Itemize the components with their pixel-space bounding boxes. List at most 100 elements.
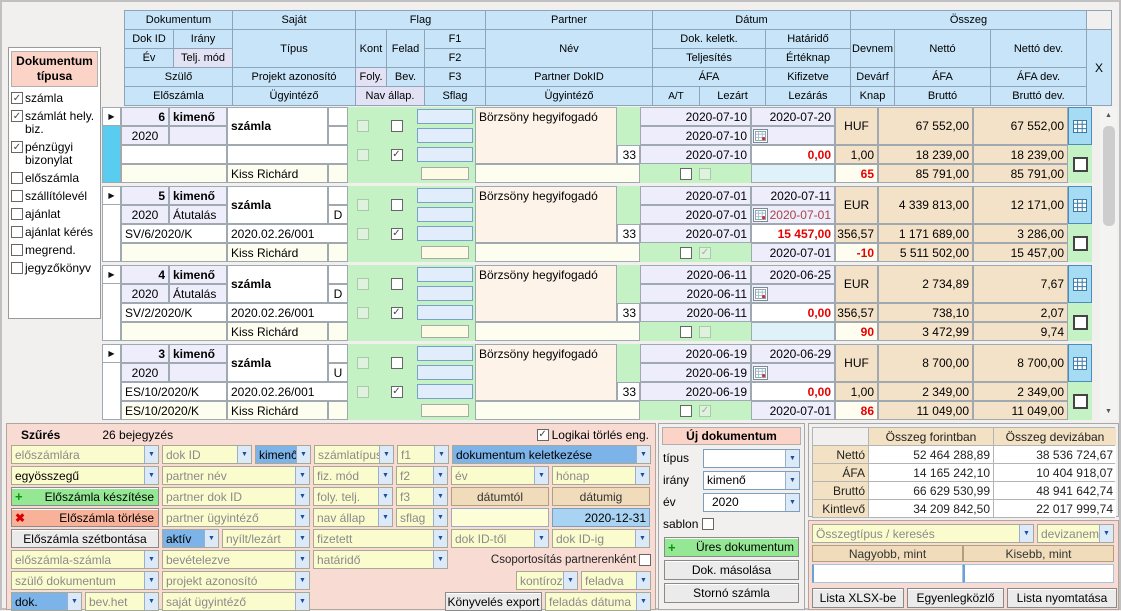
- f1-flag-field[interactable]: [417, 109, 473, 124]
- row-select-checkbox[interactable]: [1073, 157, 1088, 172]
- f3-flag-field[interactable]: [417, 305, 473, 320]
- header-kifizetve[interactable]: Kifizetve: [766, 68, 850, 86]
- chevron-down-icon[interactable]: ▼: [563, 572, 577, 589]
- filter-ev-dropdown[interactable]: év▼: [451, 466, 549, 485]
- storno-invoice-button[interactable]: Stornó számla: [664, 583, 799, 603]
- checkbox[interactable]: [537, 429, 549, 441]
- checkbox[interactable]: [11, 141, 23, 153]
- cell-tipus[interactable]: számla: [227, 265, 328, 303]
- chevron-down-icon[interactable]: ▼: [295, 467, 309, 484]
- create-eloszamla-button[interactable]: +Előszámla készítése: [11, 487, 159, 506]
- doc-type-ajanlat[interactable]: ajánlat: [11, 208, 98, 221]
- filter-partner-ugyintezo-dropdown[interactable]: partner ügyintéző▼: [162, 508, 310, 527]
- new-doc-tipus-dropdown[interactable]: ▼: [703, 449, 800, 468]
- filter-f2-dropdown[interactable]: f2▼: [396, 466, 448, 485]
- doc-type-jegyzokonyv[interactable]: jegyzőkönyv: [11, 262, 98, 275]
- header-devarf[interactable]: Devárf: [851, 68, 894, 86]
- delete-eloszamla-button[interactable]: ✖Előszámla törlése: [11, 508, 159, 527]
- row-select-checkbox[interactable]: [1073, 315, 1088, 330]
- f2-flag-field[interactable]: [417, 365, 473, 380]
- filter-sflag-dropdown[interactable]: sflag▼: [396, 508, 448, 527]
- header-group-dokumentum[interactable]: Dokumentum: [125, 11, 232, 29]
- filter-dok-dropdown[interactable]: dok.▼: [11, 592, 82, 611]
- scrollbar-thumb[interactable]: [1103, 126, 1115, 226]
- chevron-down-icon[interactable]: ▼: [636, 593, 650, 610]
- f1-flag-field[interactable]: [417, 346, 473, 361]
- chevron-down-icon[interactable]: ▼: [635, 467, 649, 484]
- amount-type-dropdown[interactable]: Összegtípus / keresés▼: [812, 524, 1034, 543]
- chevron-down-icon[interactable]: ▼: [785, 472, 799, 489]
- header-eloszamla[interactable]: Előszámla: [125, 87, 232, 105]
- chevron-down-icon[interactable]: ▼: [636, 572, 650, 589]
- checkbox[interactable]: [11, 190, 23, 202]
- cell-dok-id[interactable]: 6: [121, 107, 169, 126]
- chevron-down-icon[interactable]: ▼: [378, 488, 392, 505]
- scroll-up-icon[interactable]: ▲: [1100, 107, 1117, 124]
- chevron-down-icon[interactable]: ▼: [378, 509, 392, 526]
- filter-aktiv-dropdown[interactable]: aktív▼: [162, 529, 219, 548]
- header-dok-id[interactable]: Dok ID: [125, 30, 173, 48]
- header-irany[interactable]: Irány: [174, 30, 232, 48]
- filter-partner-dokid-dropdown[interactable]: partner dok ID▼: [162, 487, 310, 506]
- clear-filter-x-button[interactable]: X: [1087, 30, 1111, 105]
- header-bev[interactable]: Bev.: [387, 68, 424, 86]
- row-details-button[interactable]: [1068, 186, 1092, 224]
- row-select-checkbox[interactable]: [1073, 236, 1088, 251]
- row-details-button[interactable]: [1068, 107, 1092, 145]
- cell-partner-nev[interactable]: Börzsöny hegyifogadó: [475, 344, 617, 401]
- print-list-button[interactable]: Lista nyomtatása: [1007, 588, 1117, 608]
- header-group-osszeg[interactable]: Összeg: [851, 11, 1086, 29]
- chevron-down-icon[interactable]: ▼: [144, 467, 158, 484]
- filter-datum-tipus-dropdown[interactable]: dokumentum keletkezése▼: [452, 445, 651, 464]
- chevron-down-icon[interactable]: ▼: [144, 551, 158, 568]
- doc-type-szallitolevel[interactable]: szállítólevél: [11, 190, 98, 203]
- row-select-checkbox[interactable]: [1073, 394, 1088, 409]
- grid-vertical-scrollbar[interactable]: ▲ ▼: [1100, 107, 1117, 420]
- header-at[interactable]: A/T: [653, 87, 699, 105]
- row-details-button[interactable]: [1068, 344, 1092, 382]
- filter-szulo-dokumentum-dropdown[interactable]: szülő dokumentum▼: [11, 571, 159, 590]
- cell-irany[interactable]: kimenő: [169, 186, 227, 205]
- chevron-down-icon[interactable]: ▼: [1099, 525, 1113, 542]
- cell-dok-id[interactable]: 5: [121, 186, 169, 205]
- header-kont[interactable]: Kont: [356, 30, 386, 67]
- copy-document-button[interactable]: Dok. másolása: [664, 560, 799, 580]
- group-by-partner-toggle[interactable]: Csoportosítás partnerenként: [491, 550, 651, 569]
- header-afa-dev[interactable]: ÁFA dev.: [991, 68, 1086, 86]
- f3-flag-field[interactable]: [417, 147, 473, 162]
- filter-kontirozva-dropdown[interactable]: kontírozva▼: [516, 571, 578, 590]
- header-f1[interactable]: F1: [425, 30, 485, 48]
- f3-flag-field[interactable]: [417, 226, 473, 241]
- chevron-down-icon[interactable]: ▼: [295, 509, 309, 526]
- row-select-marker[interactable]: ▶: [102, 344, 121, 420]
- header-sflag[interactable]: Sflag: [425, 87, 485, 105]
- filter-nyilt-lezart-dropdown[interactable]: nyílt/lezárt▼: [222, 529, 310, 548]
- cell-partner-nev[interactable]: Börzsöny hegyifogadó: [475, 186, 617, 243]
- filter-bevetelezve-dropdown[interactable]: bevételezve▼: [162, 550, 310, 569]
- chevron-down-icon[interactable]: ▼: [295, 593, 309, 610]
- cell-dok-id[interactable]: 4: [121, 265, 169, 284]
- split-eloszamla-button[interactable]: Előszámla szétbontása: [11, 529, 159, 548]
- cell-tipus[interactable]: számla: [227, 344, 328, 382]
- header-group-datum[interactable]: Dátum: [653, 11, 850, 29]
- chevron-down-icon[interactable]: ▼: [378, 467, 392, 484]
- empty-document-button[interactable]: +Üres dokumentum: [664, 537, 799, 557]
- checkbox[interactable]: [11, 92, 23, 104]
- chevron-down-icon[interactable]: ▼: [433, 488, 447, 505]
- calendar-icon[interactable]: [753, 366, 768, 380]
- filter-fiz-mod-dropdown[interactable]: fiz. mód▼: [313, 466, 393, 485]
- header-nev[interactable]: Név: [486, 30, 652, 67]
- row-select-marker[interactable]: ▶: [102, 186, 121, 262]
- filter-feladva-dropdown[interactable]: feladva▼: [581, 571, 651, 590]
- header-partner-dokid[interactable]: Partner DokID: [486, 68, 652, 86]
- checkbox[interactable]: [11, 172, 23, 184]
- f2-flag-field[interactable]: [417, 128, 473, 143]
- cell-irany[interactable]: kimenő: [169, 107, 227, 126]
- filter-f1-dropdown[interactable]: f1▼: [397, 445, 449, 464]
- header-dok-keletk[interactable]: Dok. keletk.: [653, 30, 765, 48]
- cell-dok-id[interactable]: 3: [121, 344, 169, 363]
- calendar-icon[interactable]: [753, 208, 768, 222]
- filter-dok-id-dropdown[interactable]: dok ID▼: [162, 445, 252, 464]
- chevron-down-icon[interactable]: ▼: [433, 551, 447, 568]
- filter-dokid-ig-dropdown[interactable]: dok ID-ig▼: [552, 529, 650, 548]
